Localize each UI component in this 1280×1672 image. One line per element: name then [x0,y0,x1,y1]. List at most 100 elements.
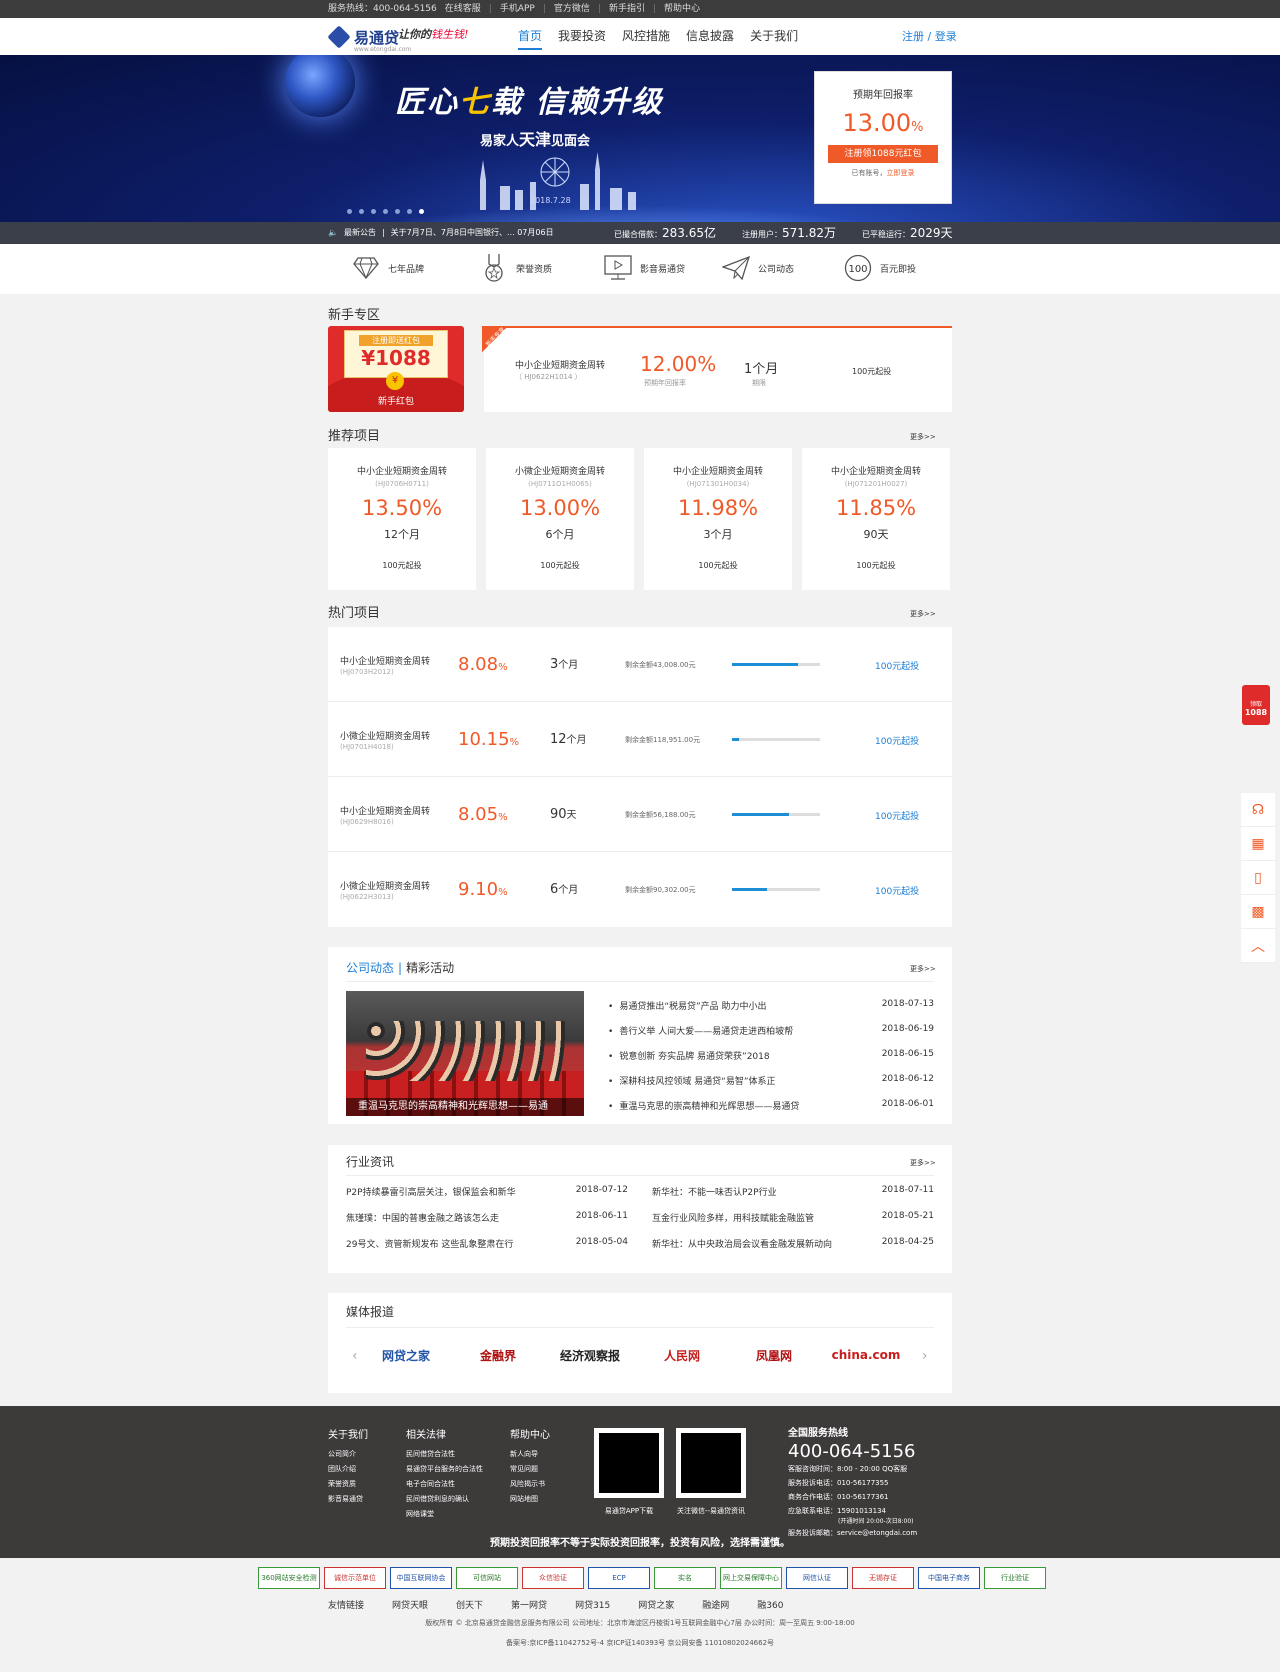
trust-badge[interactable]: 中国互联网协会 [390,1567,452,1589]
hero-banner[interactable]: 匠心七载 信赖升级 易家人天津见面会 2018.7.28 预期年回报率 13.0… [0,55,1280,222]
footer-link[interactable]: 网络课堂 [406,1507,483,1522]
friend-link[interactable]: 创天下 [456,1598,483,1611]
media-logo[interactable]: 经济观察报 [550,1338,630,1372]
footer-link[interactable]: 新人向导 [510,1447,550,1462]
red-envelope[interactable]: 注册即送红包 ¥1088 ¥ 新手红包 [328,326,464,412]
trust-badge[interactable]: ECP [588,1567,650,1589]
footer-link[interactable]: 常见问题 [510,1462,550,1477]
nav-invest[interactable]: 我要投资 [558,18,606,55]
mobile-icon[interactable]: ▯ [1241,861,1275,895]
industry-item[interactable]: 29号文、资管新规发布 这些乱象整肃在行 2018-05-04 [346,1237,628,1263]
footer-link[interactable]: 易通贷平台服务的合法性 [406,1462,483,1477]
nav-risk[interactable]: 风控措施 [622,18,670,55]
hot-invest-link[interactable]: 100元起投 [875,734,919,747]
friend-link[interactable]: 融360 [757,1598,783,1611]
trust-badge[interactable]: 中国电子商务 [918,1567,980,1589]
hot-row[interactable]: 小微企业短期资金周转 (HJ0622H3013) 9.10% 6个月 剩余金额9… [328,852,952,927]
trust-badge[interactable]: 网信认证 [786,1567,848,1589]
news-item[interactable]: • 锐意创新 夯实品牌 易通贷荣获”2018 2018-06-15 [608,1049,934,1074]
media-logo[interactable]: china.com [826,1338,906,1372]
trust-badge[interactable]: 实名 [654,1567,716,1589]
friend-link[interactable]: 第一网贷 [511,1598,547,1611]
industry-item[interactable]: 焦瑾璞：中国的普惠金融之路该怎么走 2018-06-11 [346,1211,628,1237]
newbie-product-card[interactable]: 新手专享 中小企业短期资金周转 （ HJ0622H1014 ） 12.00% 预… [482,326,952,412]
chevron-left-icon[interactable]: ‹ [352,1348,358,1364]
feature-news[interactable]: 公司动态 [722,254,794,282]
logo[interactable]: 易通贷 www.etongdai.com [327,25,411,53]
nav-disclosure[interactable]: 信息披露 [686,18,734,55]
chevron-right-icon[interactable]: › [922,1348,928,1364]
qr-code-icon[interactable]: ▩ [1241,895,1275,929]
register-redpack-button[interactable]: 注册领1088元红包 [828,145,938,163]
trust-badge[interactable]: 行业验证 [984,1567,1046,1589]
wechat-link[interactable]: 官方微信 [554,0,590,18]
recommend-card[interactable]: 中小企业短期资金周转 (HJ071201H0027) 11.85% 90天 10… [802,448,950,590]
newbie-guide-link[interactable]: 新手指引 [609,0,645,18]
online-service-link[interactable]: 在线客服 [445,0,481,18]
recommend-card[interactable]: 中小企业短期资金周转 (HJ0706H0711) 13.50% 12个月 100… [328,448,476,590]
mobile-app-link[interactable]: 手机APP [500,0,535,18]
media-logo[interactable]: 人民网 [642,1338,722,1372]
trust-badge[interactable]: 可信网站 [456,1567,518,1589]
login-now-link[interactable]: 立即登录 [887,169,915,177]
feature-video[interactable]: 影音易通贷 [604,254,685,282]
friend-link[interactable]: 融途网 [702,1598,729,1611]
footer-link[interactable]: 影音易通贷 [328,1492,368,1507]
recommend-card[interactable]: 小微企业短期资金周转 (HJ0711O1H0065) 13.00% 6个月 10… [486,448,634,590]
news-item[interactable]: • 易通贷推出“税易贷”产品 助力中小出 2018-07-13 [608,999,934,1024]
footer-link[interactable]: 民间借贷利息的确认 [406,1492,483,1507]
trust-badge[interactable]: 网上交易保障中心 [720,1567,782,1589]
hot-invest-link[interactable]: 100元起投 [875,659,919,672]
carousel-dot[interactable] [407,209,412,214]
headset-icon[interactable]: ☊ [1241,793,1275,827]
industry-item[interactable]: P2P持续暴雷引高层关注，银保监会和新华 2018-07-12 [346,1185,628,1211]
news-item[interactable]: • 深耕科技风控领域 易通贷“易智”体系正 2018-06-12 [608,1074,934,1099]
footer-link[interactable]: 网站地图 [510,1492,550,1507]
company-more-link[interactable]: 更多>> [910,964,936,974]
register-login-link[interactable]: 注册 / 登录 [902,18,957,55]
footer-link[interactable]: 团队介绍 [328,1462,368,1477]
carousel-dot-active[interactable] [419,209,424,214]
media-logo[interactable]: 金融界 [458,1338,538,1372]
hot-row[interactable]: 中小企业短期资金周转 (HJ0703H2012) 8.08% 3个月 剩余金额4… [328,627,952,702]
friend-link[interactable]: 网贷天眼 [392,1598,428,1611]
footer-link[interactable]: 民间借贷合法性 [406,1447,483,1462]
carousel-dot[interactable] [383,209,388,214]
friend-link[interactable]: 网贷315 [575,1598,610,1611]
news-item[interactable]: • 重温马克思的崇高精神和光辉思想——易通贷 2018-06-01 [608,1099,934,1124]
industry-item[interactable]: 新华社：不能一味否认P2P行业 2018-07-11 [652,1185,934,1211]
feature-hundred[interactable]: 100 百元即投 [844,254,916,282]
nav-home[interactable]: 首页 [518,18,543,55]
trust-badge[interactable]: 360网站安全检测 [258,1567,320,1589]
industry-item[interactable]: 互金行业风险多样，用科技赋能金融监管 2018-05-21 [652,1211,934,1237]
feature-brand[interactable]: 七年品牌 [352,254,424,282]
footer-link[interactable]: 风险揭示书 [510,1477,550,1492]
notice-link[interactable]: 关于7月7日、7月8日中国银行、... 07月06日 [391,222,554,244]
back-to-top-icon[interactable]: ︿ [1241,929,1275,963]
carousel-dot[interactable] [359,209,364,214]
footer-link[interactable]: 荣誉资质 [328,1477,368,1492]
industry-more-link[interactable]: 更多>> [910,1158,936,1168]
carousel-dot[interactable] [347,209,352,214]
trust-badge[interactable]: 无锡存证 [852,1567,914,1589]
recommend-more-link[interactable]: 更多>> [910,432,936,442]
industry-item[interactable]: 新华社：从中央政治局会议看金融发展新动向 2018-04-25 [652,1237,934,1263]
help-center-link[interactable]: 帮助中心 [664,0,700,18]
hot-invest-link[interactable]: 100元起投 [875,809,919,822]
friend-link[interactable]: 网贷之家 [638,1598,674,1611]
media-logo[interactable]: 网贷之家 [366,1338,446,1372]
tab-activities[interactable]: 精彩活动 [406,961,454,975]
trust-badge[interactable]: 诚信示范单位 [324,1567,386,1589]
hot-invest-link[interactable]: 100元起投 [875,884,919,897]
news-photo[interactable]: 重温马克思的崇高精神和光辉思想——易通 [346,991,584,1116]
carousel-dot[interactable] [395,209,400,214]
side-redpack[interactable]: 领取 1088 [1242,685,1270,725]
hot-more-link[interactable]: 更多>> [910,609,936,619]
nav-about[interactable]: 关于我们 [750,18,798,55]
footer-link[interactable]: 电子合同合法性 [406,1477,483,1492]
calculator-icon[interactable]: ▦ [1241,827,1275,861]
news-item[interactable]: • 善行义举 人间大爱——易通贷走进西柏坡帮 2018-06-19 [608,1024,934,1049]
carousel-dot[interactable] [371,209,376,214]
trust-badge[interactable]: 众信验证 [522,1567,584,1589]
footer-link[interactable]: 公司简介 [328,1447,368,1462]
